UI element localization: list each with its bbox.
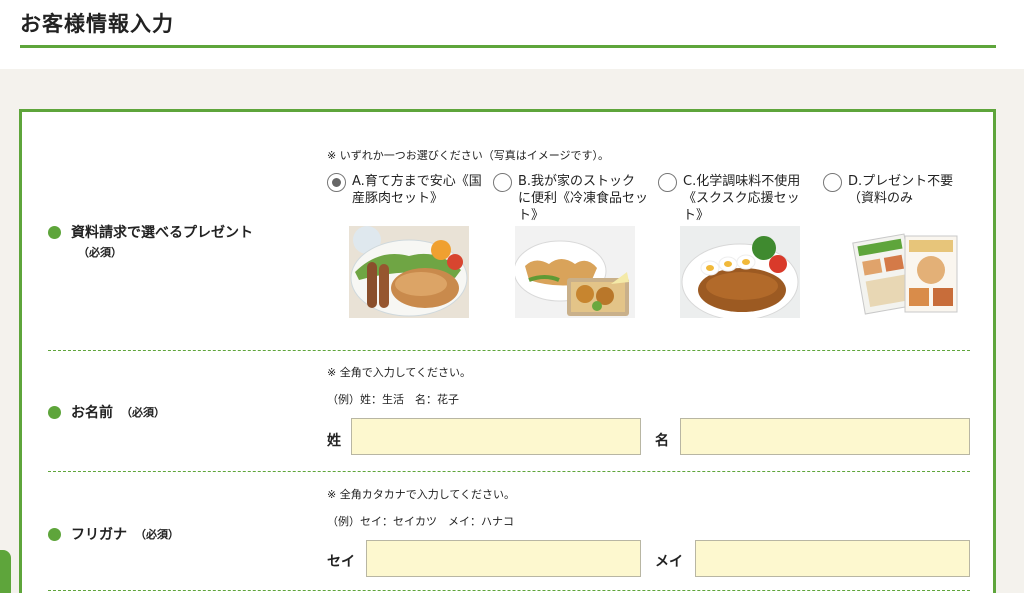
last-kana-input[interactable] (366, 540, 641, 577)
last-kana-label: セイ (327, 554, 355, 570)
name-required: （必須） (121, 406, 165, 419)
section-divider (48, 590, 970, 591)
radio-option-a[interactable] (327, 173, 346, 192)
furigana-note: ※ 全角カタカナで入力してください。 (327, 488, 516, 501)
option-a-label[interactable]: A.育て方まで安心《国産豚肉セット》 (352, 173, 482, 207)
present-row-label: 資料請求で選べるプレゼント (48, 222, 253, 242)
radio-option-b[interactable] (493, 173, 512, 192)
page-title: お客様情報入力 (20, 12, 174, 36)
radio-option-d[interactable] (823, 173, 842, 192)
title-underline (20, 45, 996, 48)
present-required: （必須） (78, 246, 122, 259)
bullet-dot (48, 527, 61, 541)
section-divider (48, 350, 970, 351)
side-tab-handle[interactable] (0, 550, 11, 593)
first-name-label: 名 (655, 433, 669, 449)
last-name-label: 姓 (327, 433, 341, 449)
bullet-dot (48, 225, 61, 239)
furigana-row-label: フリガナ （必須） (48, 524, 179, 544)
last-name-input[interactable] (351, 418, 641, 455)
customer-form: 資料請求で選べるプレゼント （必須） ※ いずれか一つお選びください（写真はイメ… (19, 109, 996, 593)
name-row-label: お名前 （必須） (48, 402, 165, 422)
name-note: ※ 全角で入力してください。 (327, 366, 472, 379)
first-kana-label: メイ (655, 554, 683, 570)
first-name-input[interactable] (680, 418, 970, 455)
section-divider (48, 471, 970, 472)
page-header: お客様情報入力 (0, 0, 1024, 69)
present-note: ※ いずれか一つお選びください（写真はイメージです）。 (327, 149, 609, 162)
frozen-food-photo (515, 226, 635, 318)
curry-photo (680, 226, 800, 318)
name-label: お名前 (71, 405, 113, 421)
bullet-dot (48, 405, 61, 419)
name-example: （例）姓：生活 名：花子 (327, 393, 459, 406)
radio-option-c[interactable] (658, 173, 677, 192)
pork-meal-photo (349, 226, 469, 318)
first-kana-input[interactable] (695, 540, 970, 577)
option-d-label[interactable]: D.プレゼント不要（資料のみ (848, 173, 978, 207)
furigana-label: フリガナ (71, 527, 127, 543)
furigana-required: （必須） (135, 528, 179, 541)
present-label: 資料請求で選べるプレゼント (71, 225, 253, 241)
option-c-label[interactable]: C.化学調味料不使用《スクスク応援セット》 (683, 173, 813, 224)
catalog-photo (845, 226, 965, 318)
furigana-example: （例）セイ：セイカツ メイ：ハナコ (327, 515, 514, 528)
option-b-label[interactable]: B.我が家のストックに便利《冷凍食品セット》 (518, 173, 648, 224)
